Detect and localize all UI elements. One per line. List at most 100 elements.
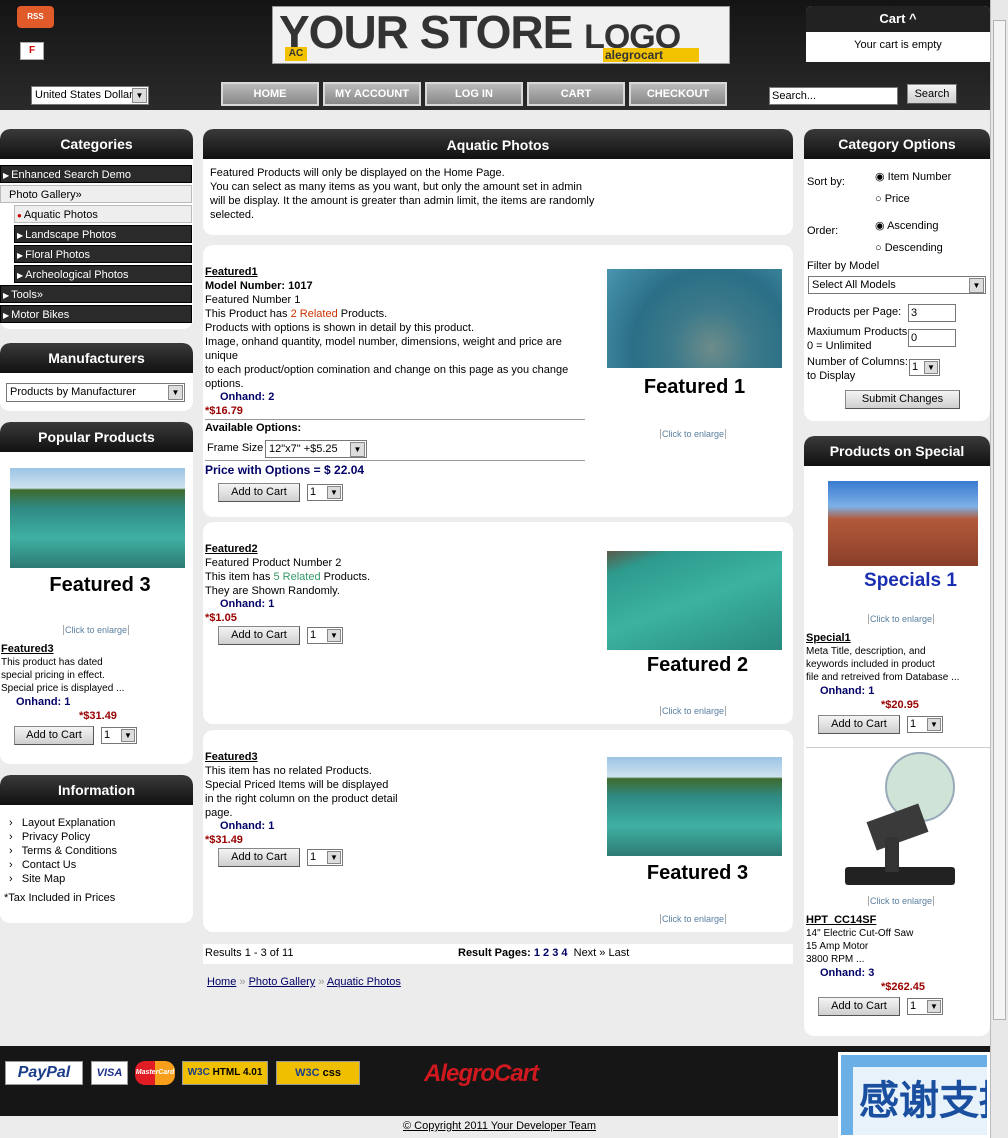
add-to-cart-button[interactable]: Add to Cart — [218, 483, 300, 502]
popular-product-name[interactable]: Featured3 — [1, 643, 54, 655]
nav-checkout[interactable]: CHECKOUT — [629, 82, 727, 106]
add-to-cart-button[interactable]: Add to Cart — [218, 848, 300, 867]
popular-qty-select[interactable]: 1 ▼ — [101, 727, 137, 744]
product-name[interactable]: Featured3 — [205, 750, 398, 764]
max-products-input[interactable]: 0 — [908, 329, 956, 347]
popular-add-to-cart-button[interactable]: Add to Cart — [14, 726, 94, 745]
special1-thumbnail[interactable] — [828, 481, 978, 566]
sort-price-radio[interactable]: ○ Price — [875, 188, 951, 210]
page-3[interactable]: 3 — [552, 947, 558, 959]
featured1-thumbnail[interactable] — [607, 269, 782, 368]
alegrocart-footer-logo: AlegroCart — [424, 1060, 539, 1087]
rss-icon[interactable]: RSS — [17, 6, 54, 28]
category-motor-bikes[interactable]: ▶ Motor Bikes — [0, 305, 192, 323]
category-floral-photos[interactable]: ▶ Floral Photos — [14, 245, 192, 263]
nav-home[interactable]: HOME — [221, 82, 319, 106]
popular-image-caption: Featured 3 — [49, 574, 151, 596]
featured2-thumbnail[interactable] — [607, 551, 782, 650]
store-logo[interactable]: YOUR STORE LOGO AC alegrocart — [272, 6, 730, 64]
special-name[interactable]: HPT_CC14SF — [806, 914, 876, 926]
category-landscape-photos[interactable]: ▶ Landscape Photos — [14, 225, 192, 243]
special-name[interactable]: Special1 — [806, 632, 851, 644]
special-price: *$262.45 — [881, 981, 926, 993]
featured3-thumbnail[interactable] — [607, 757, 782, 856]
submit-changes-button[interactable]: Submit Changes — [845, 390, 960, 409]
nav-log-in[interactable]: LOG IN — [425, 82, 523, 106]
product-name[interactable]: Featured2 — [205, 542, 370, 556]
category-options-title: Category Options — [804, 129, 990, 159]
special-enlarge-link[interactable]: Click to enlarge — [868, 896, 935, 906]
chevron-down-icon: ▼ — [927, 1000, 941, 1013]
category-photo-gallery[interactable]: Photo Gallery» — [0, 185, 192, 203]
w3c-html-badge[interactable]: W3C HTML 4.01 — [182, 1061, 268, 1085]
category-aquatic-photos[interactable]: ● Aquatic Photos — [14, 205, 192, 223]
columns-select[interactable]: 1 ▼ — [909, 359, 940, 376]
order-descending-radio[interactable]: ○ Descending — [875, 237, 943, 259]
featured3-thumbnail[interactable] — [10, 468, 185, 568]
filter-model-select[interactable]: Select All Models ▼ — [808, 276, 986, 294]
next-link[interactable]: Next » — [574, 947, 606, 959]
special-qty-select[interactable]: 1 ▼ — [907, 716, 943, 733]
arrow-right-icon: ▶ — [17, 231, 24, 240]
product-image-caption: Featured 3 — [646, 862, 749, 884]
manufacturer-select[interactable]: Products by Manufacturer ▼ — [6, 383, 185, 402]
special-qty-select[interactable]: 1 ▼ — [907, 998, 943, 1015]
search-input[interactable]: Search... — [769, 87, 898, 105]
last-link[interactable]: Last — [608, 947, 629, 959]
product-name[interactable]: Featured1 — [205, 265, 585, 279]
enlarge-link[interactable]: Click to enlarge — [660, 706, 727, 716]
info-link-contact[interactable]: › Contact Us — [9, 858, 117, 872]
add-to-cart-button[interactable]: Add to Cart — [218, 626, 300, 645]
frame-size-select[interactable]: 12"x7" +$5.25 ▼ — [265, 440, 367, 458]
overlay-banner-text: 感谢支持 — [853, 1067, 987, 1135]
visa-logo: VISA — [91, 1061, 128, 1085]
overlay-banner[interactable]: 感谢支持 — [838, 1052, 990, 1138]
cutoff-saw-thumbnail[interactable] — [845, 752, 960, 892]
related-link[interactable]: 5 Related — [273, 571, 320, 583]
page-1[interactable]: 1 — [534, 947, 540, 959]
special-add-to-cart-button[interactable]: Add to Cart — [818, 715, 900, 734]
info-link-sitemap[interactable]: › Site Map — [9, 872, 117, 886]
related-link[interactable]: 2 Related — [291, 308, 338, 320]
cart-title[interactable]: Cart ^ — [806, 6, 990, 32]
scrollbar-thumb[interactable] — [993, 20, 1006, 1020]
page-4[interactable]: 4 — [561, 947, 567, 959]
special-image-caption: Specials 1 — [864, 570, 957, 591]
info-link-layout[interactable]: › Layout Explanation — [9, 816, 117, 830]
qty-select[interactable]: 1 ▼ — [307, 484, 343, 501]
language-flag-icon[interactable]: F — [20, 42, 44, 60]
qty-select[interactable]: 1 ▼ — [307, 627, 343, 644]
order-ascending-radio[interactable]: ◉ Ascending — [875, 215, 943, 237]
w3c-css-badge[interactable]: W3C css — [276, 1061, 360, 1085]
breadcrumb-photo-gallery[interactable]: Photo Gallery — [249, 976, 316, 988]
ppp-input[interactable]: 3 — [908, 304, 956, 322]
nav-cart[interactable]: CART — [527, 82, 625, 106]
product-details: Featured3 This item has no related Produ… — [205, 750, 398, 819]
breadcrumb-aquatic-photos[interactable]: Aquatic Photos — [327, 976, 401, 988]
search-button[interactable]: Search — [907, 84, 957, 104]
product-details: Featured2 Featured Product Number 2 This… — [205, 542, 371, 597]
nav-my-account[interactable]: MY ACCOUNT — [323, 82, 421, 106]
page-2[interactable]: 2 — [543, 947, 549, 959]
enlarge-link[interactable]: Click to enlarge — [660, 429, 727, 439]
special-enlarge-link[interactable]: Click to enlarge — [868, 614, 935, 624]
popular-enlarge-link[interactable]: Click to enlarge — [63, 625, 130, 635]
sort-item-number-radio[interactable]: ◉ Item Number — [875, 166, 951, 188]
category-archeological-photos[interactable]: ▶ Archeological Photos — [14, 265, 192, 283]
qty-select[interactable]: 1 ▼ — [307, 849, 343, 866]
cart-status: Your cart is empty — [854, 39, 942, 51]
special-add-to-cart-button[interactable]: Add to Cart — [818, 997, 900, 1016]
copyright[interactable]: © Copyright 2011 Your Developer Team — [403, 1120, 596, 1132]
chevron-down-icon: ▼ — [927, 718, 941, 731]
enlarge-link[interactable]: Click to enlarge — [660, 914, 727, 924]
category-tools[interactable]: ▶ Tools» — [0, 285, 192, 303]
currency-select[interactable]: United States Dollar ▼ — [31, 86, 149, 105]
category-enhanced-search-demo[interactable]: ▶ Enhanced Search Demo — [0, 165, 192, 183]
info-link-terms[interactable]: › Terms & Conditions — [9, 844, 117, 858]
info-link-privacy[interactable]: › Privacy Policy — [9, 830, 117, 844]
popular-product-desc: This product has dated special pricing in… — [1, 657, 125, 694]
vertical-scrollbar[interactable] — [990, 0, 1008, 1138]
logo-ac-badge: AC — [285, 47, 307, 61]
product-image-caption: Featured 2 — [646, 654, 749, 676]
breadcrumb-home[interactable]: Home — [207, 976, 236, 988]
